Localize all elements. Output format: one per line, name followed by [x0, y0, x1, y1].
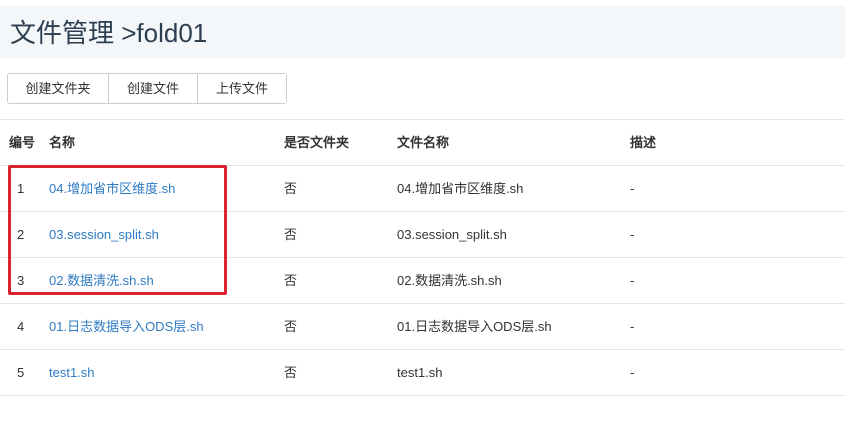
column-header-file-name: 文件名称: [397, 135, 450, 150]
table-row: 4 01.日志数据导入ODS层.sh 否 01.日志数据导入ODS层.sh -: [0, 304, 845, 350]
row-file-name: 03.session_split.sh: [397, 227, 507, 242]
row-is-folder: 否: [284, 227, 298, 242]
row-no: 5: [17, 365, 25, 380]
file-name-link[interactable]: 01.日志数据导入ODS层.sh: [49, 304, 204, 349]
row-description: -: [630, 319, 635, 334]
column-header-description: 描述: [630, 135, 657, 150]
column-header-name: 名称: [49, 135, 76, 150]
file-name-link[interactable]: 02.数据清洗.sh.sh: [49, 258, 154, 303]
file-name-link[interactable]: 03.session_split.sh: [49, 212, 159, 257]
table-row: 1 04.增加省市区维度.sh 否 04.增加省市区维度.sh -: [0, 166, 845, 212]
row-is-folder: 否: [284, 365, 298, 380]
row-is-folder: 否: [284, 273, 298, 288]
row-description: -: [630, 365, 635, 380]
file-name-link[interactable]: test1.sh: [49, 350, 95, 395]
upload-file-button[interactable]: 上传文件: [198, 74, 286, 103]
row-file-name: 02.数据清洗.sh.sh: [397, 273, 502, 288]
file-name-link[interactable]: 04.增加省市区维度.sh: [49, 166, 175, 211]
row-file-name: 01.日志数据导入ODS层.sh: [397, 319, 552, 334]
toolbar: 创建文件夹 创建文件 上传文件: [7, 73, 287, 104]
row-description: -: [630, 227, 635, 242]
row-no: 4: [17, 319, 25, 334]
row-no: 1: [17, 181, 25, 196]
file-table: 编号 名称 是否文件夹 文件名称 描述 1 04.增加省市区维度.sh 否 04…: [0, 119, 845, 396]
table-header-row: 编号 名称 是否文件夹 文件名称 描述: [0, 120, 845, 166]
create-file-button[interactable]: 创建文件: [109, 74, 198, 103]
column-header-no: 编号: [9, 135, 36, 150]
page-header: 文件管理 >fold01: [0, 6, 845, 58]
create-folder-button[interactable]: 创建文件夹: [8, 74, 109, 103]
table-row: 2 03.session_split.sh 否 03.session_split…: [0, 212, 845, 258]
table-row: 3 02.数据清洗.sh.sh 否 02.数据清洗.sh.sh -: [0, 258, 845, 304]
column-header-is-folder: 是否文件夹: [284, 135, 350, 150]
row-file-name: test1.sh: [397, 365, 443, 380]
row-file-name: 04.增加省市区维度.sh: [397, 181, 524, 196]
row-description: -: [630, 181, 635, 196]
table-row: 5 test1.sh 否 test1.sh -: [0, 350, 845, 396]
row-no: 2: [17, 227, 25, 242]
page-title: 文件管理 >fold01: [10, 18, 208, 48]
row-no: 3: [17, 273, 25, 288]
row-is-folder: 否: [284, 319, 298, 334]
row-is-folder: 否: [284, 181, 298, 196]
row-description: -: [630, 273, 635, 288]
